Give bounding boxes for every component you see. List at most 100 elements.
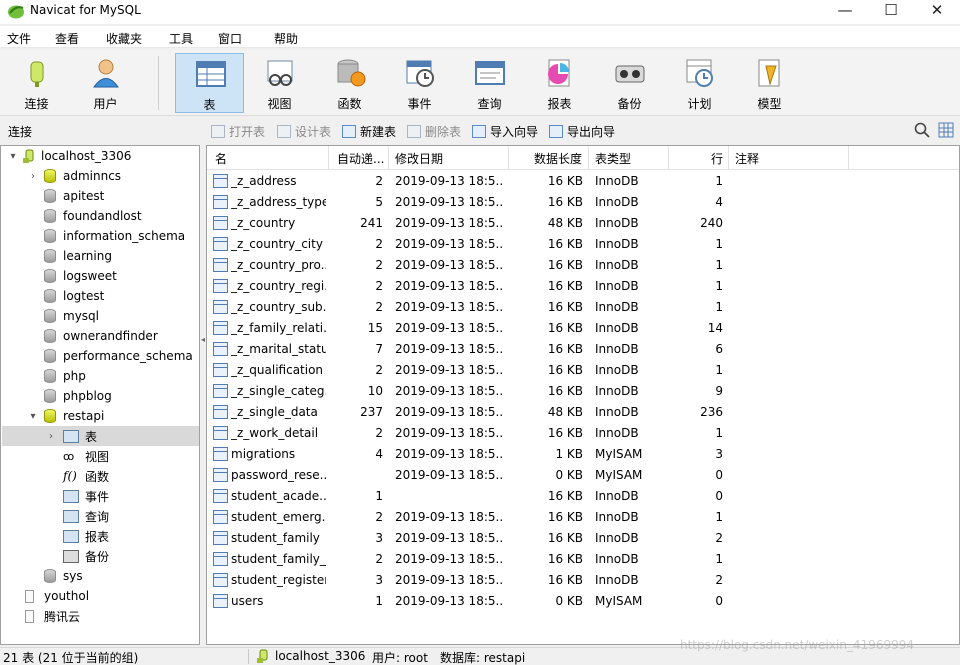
column-header-datalength[interactable]: 数据长度 [534,150,582,167]
table-row[interactable]: _z_country 241 2019-09-13 18:5... 48 KB Inno… [207,213,959,234]
table-row[interactable]: _z_country_city 2 2019-09-13 18:5... 16 KB I… [207,234,959,255]
tree-db-node[interactable]: php [44,366,86,386]
expand-arrow-icon[interactable]: › [27,171,39,182]
tree-functions-node[interactable]: f() 函数 [63,466,109,486]
table-row[interactable]: _z_marital_status 7 2019-09-13 18:5... 16 K… [207,339,959,360]
column-header-rows[interactable]: 行 [711,150,723,167]
tree-connection-node[interactable]: 腾讯云 [25,606,80,626]
table-row[interactable]: _z_country_pro... 2 2019-09-13 18:5... 16 K… [207,255,959,276]
cell-rows: 0 [715,594,723,608]
collapse-arrow-icon[interactable]: ▾ [27,411,39,422]
tree-db-node[interactable]: phpblog [44,386,112,406]
column-header-modified[interactable]: 修改日期 [395,150,443,167]
menu-help[interactable]: 帮助 [274,30,298,47]
table-row[interactable]: _z_single_data 237 2019-09-13 18:5... 48 KB… [207,402,959,423]
user-button[interactable]: 用户 [71,53,140,113]
column-divider[interactable] [848,146,849,170]
column-divider[interactable] [508,146,509,170]
table-row[interactable]: _z_country_regi... 2 2019-09-13 18:5... 16 … [207,276,959,297]
design-table-button[interactable]: 设计表 [277,123,331,140]
new-table-button[interactable]: 新建表 [342,123,396,140]
cell-autoincrement: 2 [375,300,383,314]
minimize-button[interactable]: — [822,0,868,20]
view-button[interactable]: 视图 [245,53,314,113]
table-row[interactable]: users 1 2019-09-13 18:5... 0 KB MyISAM 0 [207,591,959,612]
column-divider[interactable] [728,146,729,170]
table-row[interactable]: _z_address_type 5 2019-09-13 18:5... 16 KB I… [207,192,959,213]
tree-connection-node[interactable]: ▾ localhost_3306 [7,146,131,166]
table-row[interactable]: student_family_... 2 2019-09-13 18:5... 16 … [207,549,959,570]
column-header-autoincrement[interactable]: 自动递... [337,150,384,167]
tree-views-node[interactable]: ꝏ 视图 [63,446,109,466]
tree-label: 视图 [85,449,110,464]
collapse-arrow-icon[interactable]: ▾ [7,151,19,162]
model-button[interactable]: 模型 [735,53,804,113]
table-row[interactable]: _z_country_sub... 2 2019-09-13 18:5... 16 K… [207,297,959,318]
tree-db-node[interactable]: learning [44,246,112,266]
table-row[interactable]: student_family 3 2019-09-13 18:5... 16 KB In… [207,528,959,549]
schedule-button[interactable]: 计划 [665,53,734,113]
tree-db-node[interactable]: ownerandfinder [44,326,158,346]
event-button[interactable]: 事件 [385,53,454,113]
table-row[interactable]: migrations 4 2019-09-13 18:5... 1 KB MyISAM 3 [207,444,959,465]
tree-db-node[interactable]: logsweet [44,266,117,286]
tree-events-node[interactable]: 事件 [63,486,109,506]
grid-view-icon[interactable] [938,122,954,138]
open-table-button[interactable]: 打开表 [211,123,265,140]
connection-button[interactable]: 连接 [2,53,71,113]
tree-db-node-open[interactable]: ▾ restapi [27,406,104,426]
column-divider[interactable] [328,146,329,170]
table-row[interactable]: _z_single_categ... 10 2019-09-13 18:5... 16… [207,381,959,402]
column-divider[interactable] [588,146,589,170]
tree-connection-node[interactable]: youthol [25,586,89,606]
table-button[interactable]: 表 [175,53,244,113]
tree-db-node[interactable]: logtest [44,286,104,306]
tree-db-node[interactable]: › adminncs [27,166,121,186]
export-wizard-button[interactable]: 导出向导 [549,123,615,140]
column-header-name[interactable]: 名 [215,150,227,167]
tree-db-node[interactable]: sys [44,566,83,586]
cell-engine: MyISAM [595,594,643,608]
cell-name: student_acade... [231,489,326,503]
column-divider[interactable] [668,146,669,170]
table-row[interactable]: _z_family_relati... 15 2019-09-13 18:5... 1… [207,318,959,339]
table-row[interactable]: password_rese... 2019-09-13 18:5... 0 KB My… [207,465,959,486]
cell-autoincrement: 4 [375,447,383,461]
menu-window[interactable]: 窗口 [218,30,242,47]
import-wizard-button[interactable]: 导入向导 [472,123,538,140]
column-header-engine[interactable]: 表类型 [595,150,631,167]
backup-button[interactable]: 备份 [595,53,664,113]
table-row[interactable]: _z_work_detail 2 2019-09-13 18:5... 16 KB In… [207,423,959,444]
table-row[interactable]: _z_qualification 2 2019-09-13 18:5... 16 KB… [207,360,959,381]
menu-view[interactable]: 查看 [55,30,79,47]
table-row[interactable]: student_acade... 1 16 KB InnoDB 0 [207,486,959,507]
tree-queries-node[interactable]: 查询 [63,506,109,526]
menu-favorites[interactable]: 收藏夹 [106,30,142,47]
table-row[interactable]: _z_address 2 2019-09-13 18:5... 16 KB InnoDB… [207,171,959,192]
tree-db-node[interactable]: mysql [44,306,99,326]
table-row[interactable]: student_register 3 2019-09-13 18:5... 16 KB… [207,570,959,591]
table-row[interactable]: student_emerg... 2 2019-09-13 18:5... 16 KB… [207,507,959,528]
close-button[interactable]: ✕ [914,0,960,20]
tree-db-node[interactable]: performance_schema [44,346,193,366]
maximize-button[interactable]: ☐ [868,0,914,20]
menu-tools[interactable]: 工具 [169,30,193,47]
column-header-comment[interactable]: 注释 [735,150,759,167]
tree-backups-node[interactable]: 备份 [63,546,109,566]
query-button[interactable]: 查询 [455,53,524,113]
report-button[interactable]: 报表 [525,53,594,113]
expand-arrow-icon[interactable]: › [45,431,57,442]
tree-db-node[interactable]: information_schema [44,226,185,246]
schedule-icon [686,59,713,87]
tree-label: 查询 [85,509,110,524]
menu-file[interactable]: 文件 [7,30,31,47]
tree-tables-node[interactable]: › 表 [2,426,199,446]
delete-table-button[interactable]: 删除表 [407,123,461,140]
tree-db-node[interactable]: foundandlost [44,206,142,226]
search-icon[interactable] [914,122,930,138]
function-button[interactable]: 函数 [315,53,384,113]
splitter-grip-icon[interactable]: ◂ [201,335,205,344]
tree-reports-node[interactable]: 报表 [63,526,109,546]
tree-db-node[interactable]: apitest [44,186,104,206]
column-divider[interactable] [388,146,389,170]
